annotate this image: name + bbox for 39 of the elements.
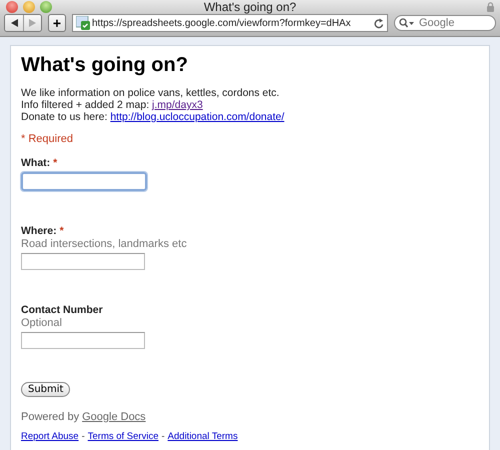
add-bookmark-button[interactable]: + <box>48 14 66 32</box>
description-line: We like information on police vans, kettles, cordons etc. <box>21 87 280 99</box>
description-line: Donate to us here: http://blog.ucloccupation.com/donate/ <box>21 111 286 123</box>
powered-by-text: Powered by <box>21 411 80 423</box>
google-docs-link[interactable]: Google Docs <box>82 411 146 423</box>
back-arrow-icon <box>10 19 18 27</box>
field-label: Where: <box>21 225 57 237</box>
field-label: What: <box>21 157 50 169</box>
description-line: Info filtered + added 2 map: j.mp/dayx3 <box>21 99 204 111</box>
lock-icon <box>487 2 494 12</box>
submit-button[interactable]: Submit <box>21 382 70 397</box>
text-field[interactable] <box>21 172 147 191</box>
address-field[interactable]: https://spreadsheets.google.com/viewform?formkey=dHAx <box>72 14 388 32</box>
required-mark: * <box>60 225 64 237</box>
search-field[interactable]: Google <box>394 15 496 31</box>
footer-link[interactable]: Terms of Service <box>88 431 158 442</box>
forward-arrow-icon <box>29 19 36 27</box>
footer-link[interactable]: Additional Terms <box>168 431 238 442</box>
form-title: What's going on? <box>21 54 189 77</box>
separator: - <box>82 431 85 442</box>
spreadsheet-icon <box>76 16 90 30</box>
window-title: What's going on? <box>204 0 296 14</box>
back-button[interactable] <box>5 15 23 31</box>
minimize-button[interactable] <box>23 1 35 13</box>
text-field[interactable] <box>21 253 145 270</box>
text-field[interactable] <box>21 332 145 349</box>
separator: - <box>162 431 165 442</box>
field-help: Optional <box>21 317 63 329</box>
close-button[interactable] <box>6 1 18 13</box>
description-link[interactable]: http://blog.ucloccupation.com/donate/ <box>110 111 284 123</box>
reload-icon[interactable] <box>374 18 384 28</box>
required-mark: * <box>53 157 58 169</box>
description-link[interactable]: j.mp/dayx3 <box>152 99 203 111</box>
field-help: Road intersections, landmarks etc <box>21 238 188 250</box>
field-label: Contact Number <box>21 304 103 316</box>
zoom-button[interactable] <box>40 1 52 13</box>
required-note: * Required <box>21 133 74 145</box>
search-icon <box>399 18 415 28</box>
footer-link[interactable]: Report Abuse <box>21 431 79 442</box>
